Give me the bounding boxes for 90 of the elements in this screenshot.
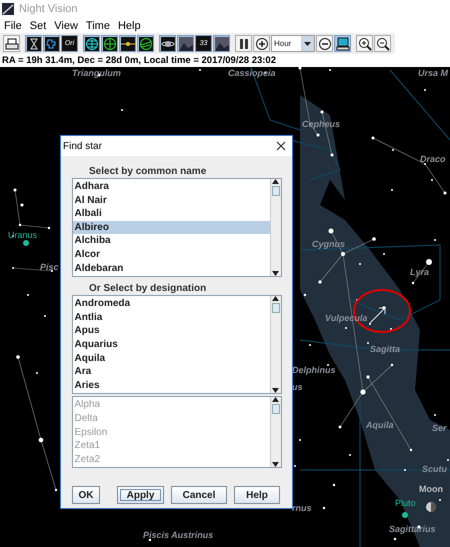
list-item[interactable]: Aquarius — [72, 338, 270, 352]
scroll-down-icon — [272, 462, 279, 468]
list-item[interactable]: Albali — [72, 207, 270, 221]
constellation-label: rnus — [292, 503, 312, 514]
menu-item[interactable]: File — [0, 20, 26, 32]
list-item[interactable]: Al Nair — [72, 194, 270, 208]
constellation-label: Pisc — [40, 262, 59, 273]
toolbar-button[interactable] — [101, 35, 118, 52]
printer-icon — [4, 36, 18, 50]
constellation-label: Piscis Austrinus — [143, 530, 214, 541]
scrollbar[interactable] — [270, 296, 280, 394]
toolbar-button[interactable] — [253, 35, 270, 52]
globe-icon — [84, 36, 98, 50]
planet-dot — [402, 512, 408, 518]
scroll-up-icon — [272, 179, 279, 184]
globe-icon — [102, 36, 116, 50]
dialog-title: Find star — [63, 140, 102, 152]
planet-dot — [23, 240, 29, 246]
pointer-arrow-icon — [370, 308, 386, 324]
app-icon — [2, 3, 14, 15]
list-item[interactable]: Albireo — [72, 220, 270, 234]
toolbar-button[interactable] — [25, 35, 42, 52]
list-item[interactable]: Adhara — [72, 180, 270, 194]
constellation-label: Aquila — [366, 420, 394, 431]
section-label: Select by common name — [89, 165, 208, 178]
planet-label: Uranus — [8, 230, 38, 241]
zoom-in-icon — [358, 36, 372, 50]
toolbar-button[interactable] — [177, 35, 194, 52]
planet-icon — [160, 36, 174, 50]
photo-icon — [214, 36, 228, 50]
scroll-thumb[interactable] — [272, 303, 280, 314]
zoom-out-icon — [376, 36, 390, 50]
scroll-down-icon — [272, 388, 279, 394]
scroll-down-icon — [272, 271, 279, 276]
list-item[interactable]: Alcor — [72, 248, 270, 262]
list-item[interactable]: Antlia — [72, 310, 270, 324]
moon-icon — [426, 502, 436, 512]
list-item[interactable]: Alchiba — [72, 234, 270, 248]
hourglass-icon — [26, 36, 40, 50]
constellation-label: Sagitta — [370, 344, 400, 355]
planet-label: Pluto — [395, 498, 416, 509]
toolbar-button[interactable] — [83, 35, 100, 52]
list-item[interactable]: Aries — [72, 378, 270, 392]
globe-icon — [138, 36, 152, 50]
menu-item[interactable]: Time — [82, 20, 114, 32]
window-title: Night Vision — [19, 3, 78, 15]
minus-circle-icon — [318, 36, 332, 50]
toolbar-button[interactable] — [3, 35, 20, 52]
toolbar-button[interactable] — [334, 35, 351, 52]
constellation-label: Sagittarius — [389, 524, 436, 535]
caret-icon — [304, 42, 311, 46]
constellation-label: Scutu — [422, 464, 448, 475]
toolbar-button[interactable] — [43, 35, 60, 52]
photo-icon — [178, 36, 192, 50]
menu-item[interactable]: View — [50, 20, 82, 32]
scrollbar[interactable] — [270, 179, 280, 276]
constellation-list[interactable]: Andromeda Antlia Apus Aquarius Aquila Ara Aries — [72, 295, 282, 394]
dialog-button[interactable]: Cancel — [171, 486, 227, 504]
constellation-label: Ser — [432, 423, 447, 434]
section-label: Or Select by designation — [89, 282, 208, 296]
constellation-label: Ursa M — [418, 68, 448, 79]
interval-dropdown[interactable]: Hour — [271, 35, 315, 52]
constellation-label: Draco — [420, 154, 446, 165]
moon-label: Moon — [419, 484, 443, 495]
list-item[interactable]: Ara — [72, 365, 270, 379]
dialog-button[interactable]: Help — [234, 486, 280, 504]
monitor-icon — [336, 36, 350, 50]
dialog-button[interactable]: OK — [72, 486, 100, 504]
star-name-list[interactable]: Adhara Al Nair Albali Albireo Alchiba Alcor Aldebaran — [72, 178, 282, 278]
list-item[interactable]: Aldebaran — [72, 262, 270, 276]
toolbar-button[interactable] — [137, 35, 154, 52]
toolbar-button[interactable] — [316, 35, 333, 52]
dialog-button[interactable]: Apply — [117, 486, 164, 504]
list-item[interactable]: Apus — [72, 324, 270, 338]
constellation-label: Triangulum — [72, 68, 121, 79]
toolbar-button[interactable] — [235, 35, 252, 52]
list-item[interactable]: Andromeda — [72, 297, 270, 311]
toolbar-button[interactable] — [213, 35, 230, 52]
toolbar-button[interactable] — [119, 35, 136, 52]
list-item[interactable]: Aquila — [72, 352, 270, 366]
close-icon[interactable] — [276, 141, 286, 151]
menu-item[interactable]: Set — [26, 20, 50, 32]
toolbar-button[interactable] — [159, 35, 176, 52]
menu-item[interactable]: Help — [114, 20, 145, 32]
constellation-label: Delphinus — [292, 365, 336, 376]
toolbar-button[interactable] — [374, 35, 391, 52]
plus-circle-icon — [254, 36, 268, 50]
scroll-thumb[interactable] — [272, 186, 280, 196]
toolbar-button[interactable] — [356, 35, 373, 52]
outline-icon — [44, 36, 58, 50]
